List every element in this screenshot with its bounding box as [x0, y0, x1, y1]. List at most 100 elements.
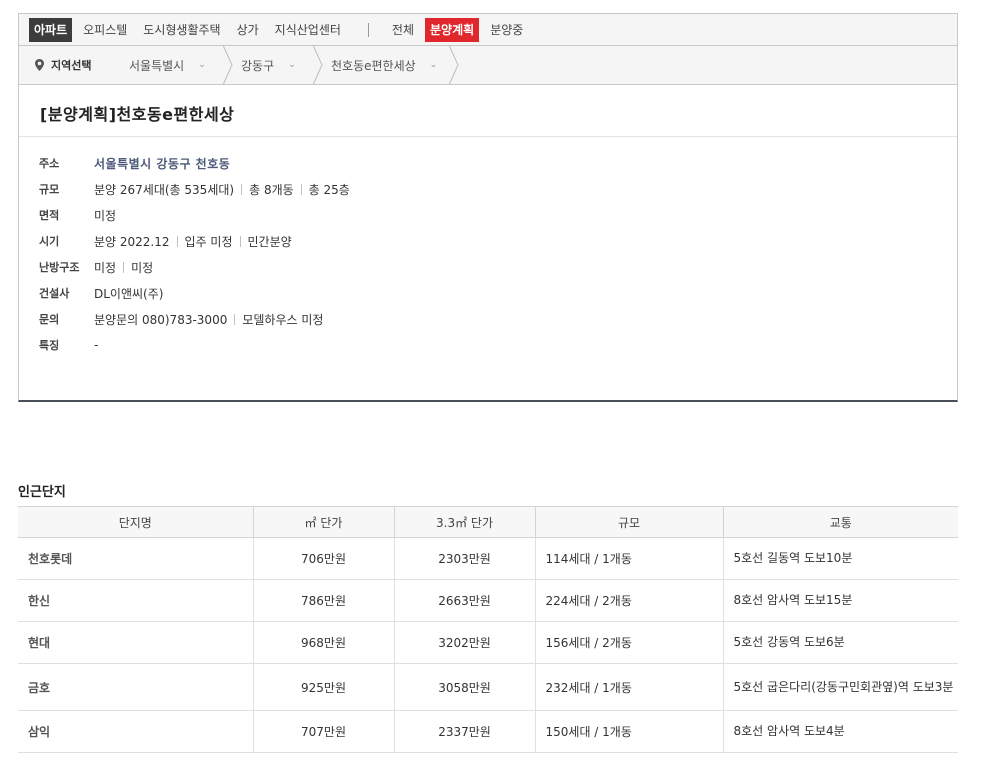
- info-key: 특징: [39, 339, 60, 352]
- price-per-sqm: 786만원: [252, 579, 394, 622]
- complex-name: 천호롯데: [18, 537, 253, 580]
- builder-value: DL이앤씨(주): [94, 286, 164, 301]
- column-header-scale: 규모: [534, 506, 723, 538]
- complex-scale: 224세대 / 2개동: [534, 579, 723, 622]
- tab-status-all[interactable]: 전체: [387, 18, 419, 42]
- breadcrumb-city[interactable]: 서울특별시 ⌄: [119, 45, 233, 85]
- table-row[interactable]: 천호롯데 706만원 2303만원 114세대 / 1개동 5호선 길동역 도보…: [18, 537, 958, 580]
- model-house: 모델하우스 미정: [242, 312, 324, 327]
- location-pin-icon: [35, 59, 44, 71]
- tab-status-selling[interactable]: 분양중: [485, 18, 528, 42]
- chevron-down-icon: ⌄: [288, 60, 296, 70]
- info-key: 규모: [39, 183, 60, 196]
- tab-apartment[interactable]: 아파트: [29, 17, 73, 42]
- info-row-address: 주소 서울특별시 강동구 천호동: [39, 150, 957, 176]
- sale-date: 분양 2022.12: [94, 234, 170, 249]
- info-row-contact: 문의 분양문의 080)783-3000 모델하우스 미정: [39, 306, 957, 332]
- scale-floors: 총 25층: [308, 182, 350, 197]
- region-label: 지역선택: [19, 57, 119, 73]
- info-row-area: 면적 미정: [39, 202, 957, 228]
- price-per-sqm: 925만원: [252, 663, 394, 711]
- tab-knowledge-center[interactable]: 지식산업센터: [270, 18, 346, 42]
- info-key: 난방구조: [39, 261, 80, 274]
- info-row-heating: 난방구조 미정 미정: [39, 254, 957, 280]
- nearby-section-title: 인근단지: [18, 485, 66, 500]
- breadcrumb-complex[interactable]: 천호동e편한세상 ⌄: [313, 45, 459, 85]
- heating-value: 미정: [94, 260, 117, 275]
- complex-scale: 156세대 / 2개동: [534, 621, 723, 664]
- info-key: 문의: [39, 313, 60, 326]
- info-value: 분양문의 080)783-3000 모델하우스 미정: [94, 311, 323, 328]
- complex-name: 한신: [18, 579, 253, 622]
- nearby-complex-table: 단지명 ㎡ 단가 3.3㎡ 단가 규모 교통 천호롯데 706만원 2303만원…: [18, 506, 958, 753]
- transport-info: 5호선 길동역 도보10분: [722, 537, 958, 580]
- breadcrumb-district-label: 강동구: [241, 58, 275, 73]
- price-per-sqm: 707만원: [252, 710, 394, 753]
- column-header-price-pyeong: 3.3㎡ 단가: [393, 506, 535, 538]
- value-divider: [123, 261, 125, 273]
- table-header-row: 단지명 ㎡ 단가 3.3㎡ 단가 규모 교통: [18, 506, 958, 538]
- price-per-sqm: 706만원: [252, 537, 394, 580]
- price-per-pyeong: 3058만원: [393, 663, 535, 711]
- breadcrumb-complex-label: 천호동e편한세상: [331, 58, 416, 73]
- page-wrapper: 아파트 오피스텔 도시형생활주택 상가 지식산업센터 전체 분양계획 분양중 지…: [18, 13, 958, 402]
- complex-scale: 150세대 / 1개동: [534, 710, 723, 753]
- info-value: 분양 267세대(총 535세대) 총 8개동 총 25층: [94, 181, 350, 198]
- table-row[interactable]: 삼익 707만원 2337만원 150세대 / 1개동 8호선 암사역 도보4분: [18, 710, 958, 753]
- price-per-pyeong: 3202만원: [393, 621, 535, 664]
- info-value: 미정 미정: [94, 259, 153, 276]
- contact-phone: 분양문의 080)783-3000: [94, 312, 228, 327]
- info-row-schedule: 시기 분양 2022.12 입주 미정 민간분양: [39, 228, 957, 254]
- address-value: 서울특별시 강동구 천호동: [94, 156, 231, 171]
- property-type-nav: 아파트 오피스텔 도시형생활주택 상가 지식산업센터 전체 분양계획 분양중: [18, 13, 958, 45]
- table-row[interactable]: 현대 968만원 3202만원 156세대 / 2개동 5호선 강동역 도보6분: [18, 621, 958, 664]
- value-divider: [241, 183, 243, 195]
- info-value: 분양 2022.12 입주 미정 민간분양: [94, 233, 292, 250]
- detail-info-list: 주소 서울특별시 강동구 천호동 규모 분양 267세대(총 535세대) 총 …: [19, 137, 957, 358]
- tab-shop[interactable]: 상가: [232, 18, 264, 42]
- info-key: 면적: [39, 209, 60, 222]
- region-selector: 지역선택 서울특별시 ⌄ 강동구 ⌄ 천호동e편한세상 ⌄: [18, 45, 958, 85]
- tab-status-planned[interactable]: 분양계획: [425, 17, 480, 42]
- table-row[interactable]: 한신 786만원 2663만원 224세대 / 2개동 8호선 암사역 도보15…: [18, 579, 958, 622]
- table-row[interactable]: 금호 925만원 3058만원 232세대 / 1개동 5호선 굽은다리(강동구…: [18, 663, 958, 711]
- info-key: 건설사: [39, 287, 70, 300]
- transport-info: 5호선 강동역 도보6분: [722, 621, 958, 664]
- complex-scale: 114세대 / 1개동: [534, 537, 723, 580]
- chevron-down-icon: ⌄: [198, 60, 206, 70]
- structure-value: 미정: [131, 260, 154, 275]
- transport-info: 8호선 암사역 도보4분: [722, 710, 958, 753]
- tab-urban-housing[interactable]: 도시형생활주택: [138, 18, 225, 42]
- transport-info: 5호선 굽은다리(강동구민회관옆)역 도보3분: [722, 663, 958, 711]
- area-value: 미정: [94, 208, 117, 223]
- region-label-text: 지역선택: [51, 59, 92, 72]
- move-in-date: 입주 미정: [184, 234, 233, 249]
- info-row-features: 특징 -: [39, 332, 957, 358]
- value-divider: [176, 235, 178, 247]
- column-header-transport: 교통: [722, 506, 958, 538]
- complex-scale: 232세대 / 1개동: [534, 663, 723, 711]
- features-value: -: [94, 338, 99, 352]
- scale-units: 분양 267세대(총 535세대): [94, 182, 235, 197]
- price-per-pyeong: 2663만원: [393, 579, 535, 622]
- info-key: 주소: [39, 157, 60, 170]
- breadcrumb-district[interactable]: 강동구 ⌄: [223, 45, 323, 85]
- price-per-pyeong: 2337만원: [393, 710, 535, 753]
- breadcrumb-city-label: 서울특별시: [129, 58, 185, 73]
- value-divider: [239, 235, 241, 247]
- page-title: [분양계획]천호동e편한세상: [19, 85, 957, 137]
- breadcrumb-separator-icon: [449, 45, 459, 85]
- value-divider: [234, 313, 236, 325]
- nav-divider: [367, 22, 369, 37]
- sale-type: 민간분양: [247, 234, 292, 249]
- transport-info: 8호선 암사역 도보15분: [722, 579, 958, 622]
- price-per-pyeong: 2303만원: [393, 537, 535, 580]
- complex-name: 삼익: [18, 710, 253, 753]
- info-row-scale: 규모 분양 267세대(총 535세대) 총 8개동 총 25층: [39, 176, 957, 202]
- complex-detail-panel: [분양계획]천호동e편한세상 주소 서울특별시 강동구 천호동 규모 분양 26…: [18, 85, 958, 402]
- column-header-price-sqm: ㎡ 단가: [252, 506, 394, 538]
- complex-name: 현대: [18, 621, 253, 664]
- complex-name: 금호: [18, 663, 253, 711]
- info-key: 시기: [39, 235, 60, 248]
- tab-officetel[interactable]: 오피스텔: [78, 18, 132, 42]
